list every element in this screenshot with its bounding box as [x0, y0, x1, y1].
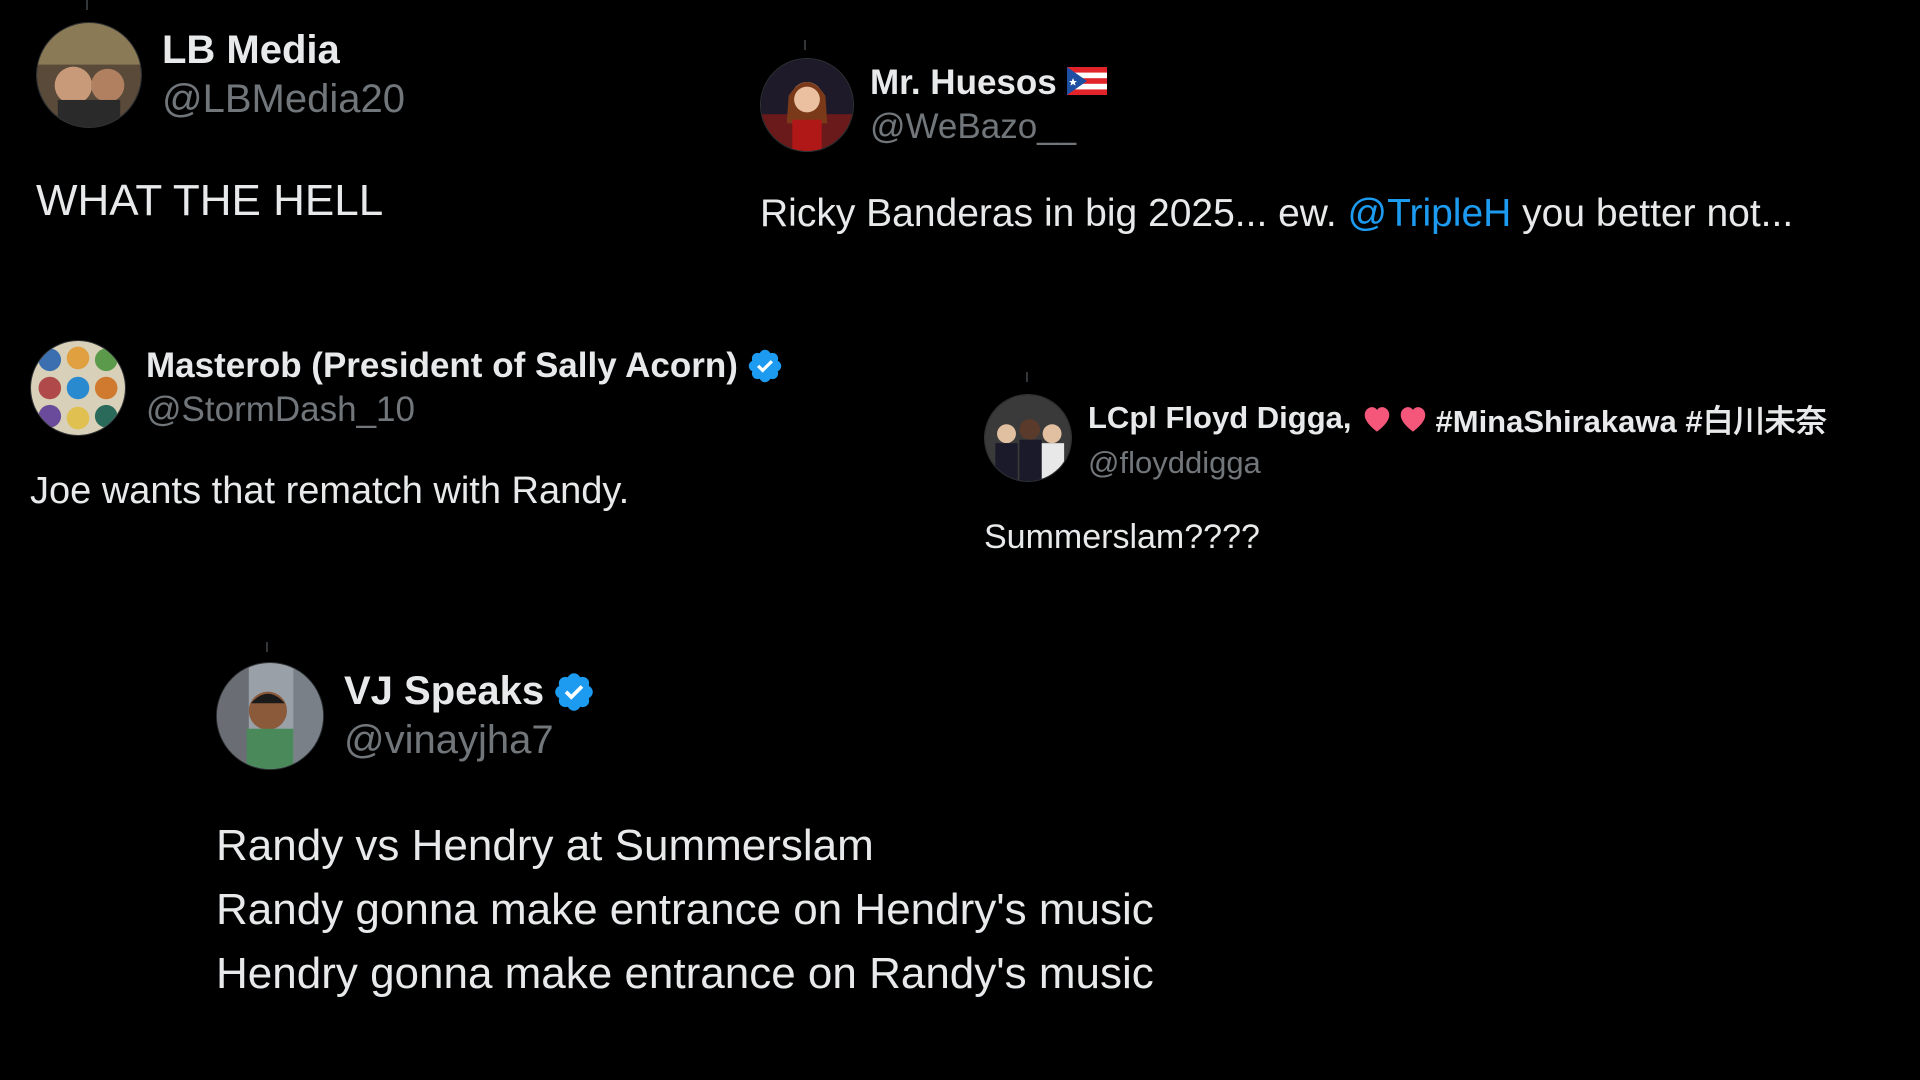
tweet-text: Joe wants that rematch with Randy. — [30, 470, 630, 512]
avatar[interactable] — [760, 58, 854, 152]
tweet-text: Summerslam???? — [984, 518, 1260, 556]
tweet-floyd-digga[interactable]: LCpl Floyd Digga, #MinaShirakawa #白川未奈 @… — [984, 372, 1827, 557]
tweet-masterob[interactable]: Masterob (President of Sally Acorn) @Sto… — [30, 340, 784, 513]
display-name[interactable]: VJ Speaks — [344, 669, 544, 714]
display-name[interactable]: Masterob (President of Sally Acorn) — [146, 346, 738, 386]
mention-link[interactable]: @TripleH — [1348, 192, 1512, 235]
heart-emoji-icons — [1360, 403, 1432, 433]
user-handle[interactable]: @StormDash_10 — [146, 390, 784, 430]
avatar[interactable] — [36, 22, 142, 128]
tweet-header: VJ Speaks @vinayjha7 — [216, 662, 1154, 770]
thread-line — [266, 642, 268, 652]
tweet-text-line: Randy gonna make entrance on Hendry's mu… — [216, 885, 1154, 934]
tweet-mr-huesos[interactable]: Mr. Huesos @WeBazo__ Ricky Banderas in b… — [760, 40, 1793, 236]
thread-line — [1026, 372, 1028, 382]
avatar[interactable] — [984, 394, 1072, 482]
heart-icon — [1400, 407, 1425, 432]
display-name[interactable]: LCpl Floyd Digga, — [1088, 400, 1352, 436]
tweet-header: LB Media @LBMedia20 — [36, 22, 405, 128]
avatar[interactable] — [216, 662, 324, 770]
thread-line — [804, 40, 806, 50]
tweet-header: LCpl Floyd Digga, #MinaShirakawa #白川未奈 @… — [984, 394, 1827, 482]
user-handle[interactable]: @vinayjha7 — [344, 718, 596, 763]
thread-line — [86, 0, 88, 10]
user-handle[interactable]: @floyddigga — [1088, 445, 1827, 481]
name-hashtags[interactable]: #MinaShirakawa #白川未奈 — [1436, 396, 1827, 441]
user-handle[interactable]: @WeBazo__ — [870, 107, 1107, 147]
display-name[interactable]: LB Media — [162, 28, 340, 73]
tweet-text-after: you better not... — [1511, 192, 1794, 235]
heart-icon — [1364, 407, 1389, 432]
display-name[interactable]: Mr. Huesos — [870, 63, 1057, 103]
tweet-lb-media[interactable]: LB Media @LBMedia20 WHAT THE HELL — [36, 0, 405, 226]
verified-badge-icon — [746, 347, 784, 385]
tweet-text-line: Hendry gonna make entrance on Randy's mu… — [216, 949, 1154, 998]
tweet-vj-speaks[interactable]: VJ Speaks @vinayjha7 Randy vs Hendry at … — [216, 642, 1154, 1006]
tweet-text: Randy vs Hendry at Summerslam Randy gonna… — [216, 814, 1154, 1006]
verified-badge-icon — [552, 670, 596, 714]
puerto-rico-flag-icon — [1066, 66, 1107, 100]
user-handle[interactable]: @LBMedia20 — [162, 77, 405, 122]
tweet-text: WHAT THE HELL — [36, 176, 384, 225]
tweet-header: Masterob (President of Sally Acorn) @Sto… — [30, 340, 784, 436]
tweet-text-line: Randy vs Hendry at Summerslam — [216, 821, 874, 870]
avatar[interactable] — [30, 340, 126, 436]
tweet-header: Mr. Huesos @WeBazo__ — [760, 58, 1793, 152]
tweet-text: Ricky Banderas in big 2025... ew. @Tripl… — [760, 192, 1793, 236]
tweet-text-before: Ricky Banderas in big 2025... ew. — [760, 192, 1348, 235]
